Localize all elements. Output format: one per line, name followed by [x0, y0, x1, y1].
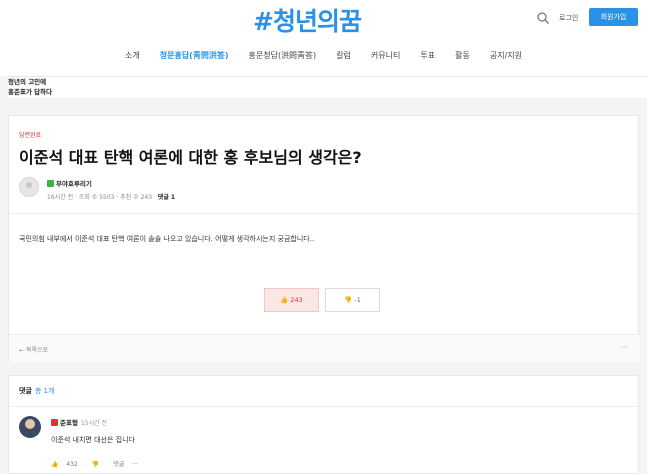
comments-section: 댓글 총 1개 준표형 15시간 전 이준석 내치면 대선은 집니다 👍 432 👎… — [8, 375, 640, 474]
post-time: 16시간 전 — [47, 194, 74, 201]
divider — [9, 213, 640, 214]
post-card: 답변완료 이준석 대표 탄핵 여론에 대한 홍 후보님의 생각은? 무야호루리기… — [8, 115, 640, 362]
login-link[interactable]: 로그인 — [559, 13, 578, 23]
author-label: 무야호루리기 — [56, 180, 92, 188]
comment-text: 이준석 내치면 대선은 집니다 — [51, 436, 135, 444]
post-footer: ← 목록으로 ··· — [9, 334, 640, 362]
level-badge-icon — [51, 419, 58, 426]
thumbs-up-icon: 👍 — [280, 296, 289, 304]
nav-item-vote[interactable]: 투표 — [410, 48, 445, 64]
comment-like-button[interactable]: 👍 432 — [51, 461, 84, 468]
like-button[interactable]: 👍 243 — [264, 288, 319, 312]
nav-item-community[interactable]: 커뮤니티 — [361, 48, 410, 64]
nav-item-intro[interactable]: 소개 — [115, 48, 150, 64]
breadcrumb-line-2[interactable]: 홍준표가 답하다 — [8, 87, 647, 97]
more-options-icon[interactable]: ··· — [620, 343, 628, 352]
thumbs-down-icon: 👎 — [344, 296, 353, 304]
status-badge: 답변완료 — [19, 132, 42, 139]
post-title: 이준석 대표 탄핵 여론에 대한 홍 후보님의 생각은? — [19, 148, 362, 167]
signup-button[interactable]: 회원가입 — [589, 8, 638, 26]
thumbs-up-icon: 👍 — [51, 461, 59, 468]
author-avatar[interactable] — [19, 177, 39, 197]
level-badge-icon — [47, 180, 54, 187]
nav-item-youth-ask[interactable]: 청문홍답(靑問洪答) — [150, 48, 239, 64]
post-meta: 16시간 전 · 조회 수 5503 · 추천 수 243 · 댓글 1 — [47, 194, 176, 201]
comment-more-icon[interactable]: ··· — [132, 461, 138, 468]
dislike-count: -1 — [354, 296, 361, 304]
nav-item-notice[interactable]: 공지/지원 — [480, 48, 532, 64]
like-count: 243 — [290, 296, 303, 304]
comments-count: 총 1개 — [34, 387, 55, 395]
comment-dislike-button[interactable]: 👎 — [92, 461, 105, 468]
site-header: #청년의꿈 로그인 회원가입 소개 청문홍답(靑問洪答) 홍문청답(洪問靑答) … — [0, 0, 647, 76]
comment-author-label: 준표형 — [60, 419, 78, 427]
nav-item-column[interactable]: 칼럼 — [326, 48, 361, 64]
comment-avatar[interactable] — [19, 416, 41, 438]
dislike-button[interactable]: 👎 -1 — [325, 288, 380, 312]
comments-header: 댓글 총 1개 — [19, 386, 54, 396]
search-icon[interactable] — [536, 11, 550, 25]
back-to-list-link[interactable]: ← 목록으로 — [19, 345, 48, 354]
breadcrumb-line-1[interactable]: 청년의 고민에 — [8, 77, 647, 87]
back-label: 목록으로 — [25, 347, 49, 354]
view-count: 조회 수 5503 — [78, 194, 115, 201]
nav-item-hong-ask[interactable]: 홍문청답(洪問靑答) — [239, 48, 327, 64]
board-breadcrumb: 청년의 고민에 홍준표가 답하다 — [8, 76, 647, 98]
arrow-left-icon: ← — [19, 347, 25, 354]
comment-count-link[interactable]: 댓글 1 — [158, 194, 175, 201]
nav-item-activity[interactable]: 활동 — [445, 48, 480, 64]
comment-like-count: 432 — [66, 461, 78, 468]
site-logo[interactable]: #청년의꿈 — [253, 2, 362, 38]
comment-reply-button[interactable]: 댓글 — [113, 461, 124, 468]
thumbs-down-icon: 👎 — [91, 461, 100, 468]
main-nav: 소개 청문홍답(靑問洪答) 홍문청답(洪問靑答) 칼럼 커뮤니티 투표 활동 공… — [0, 48, 647, 64]
comment-actions: 👍 432 👎 댓글 ··· — [51, 459, 144, 468]
comment-author[interactable]: 준표형 15시간 전 — [51, 417, 107, 427]
comments-title: 댓글 — [19, 387, 32, 395]
recommend-count: 추천 수 243 — [120, 194, 153, 201]
divider — [9, 406, 640, 407]
comment-time: 15시간 전 — [80, 420, 108, 427]
author-name[interactable]: 무야호루리기 — [47, 178, 92, 188]
post-body: 국민의힘 내부에서 이준석 대표 탄핵 여론이 솔솔 나오고 있습니다. 어떻게… — [19, 235, 315, 243]
